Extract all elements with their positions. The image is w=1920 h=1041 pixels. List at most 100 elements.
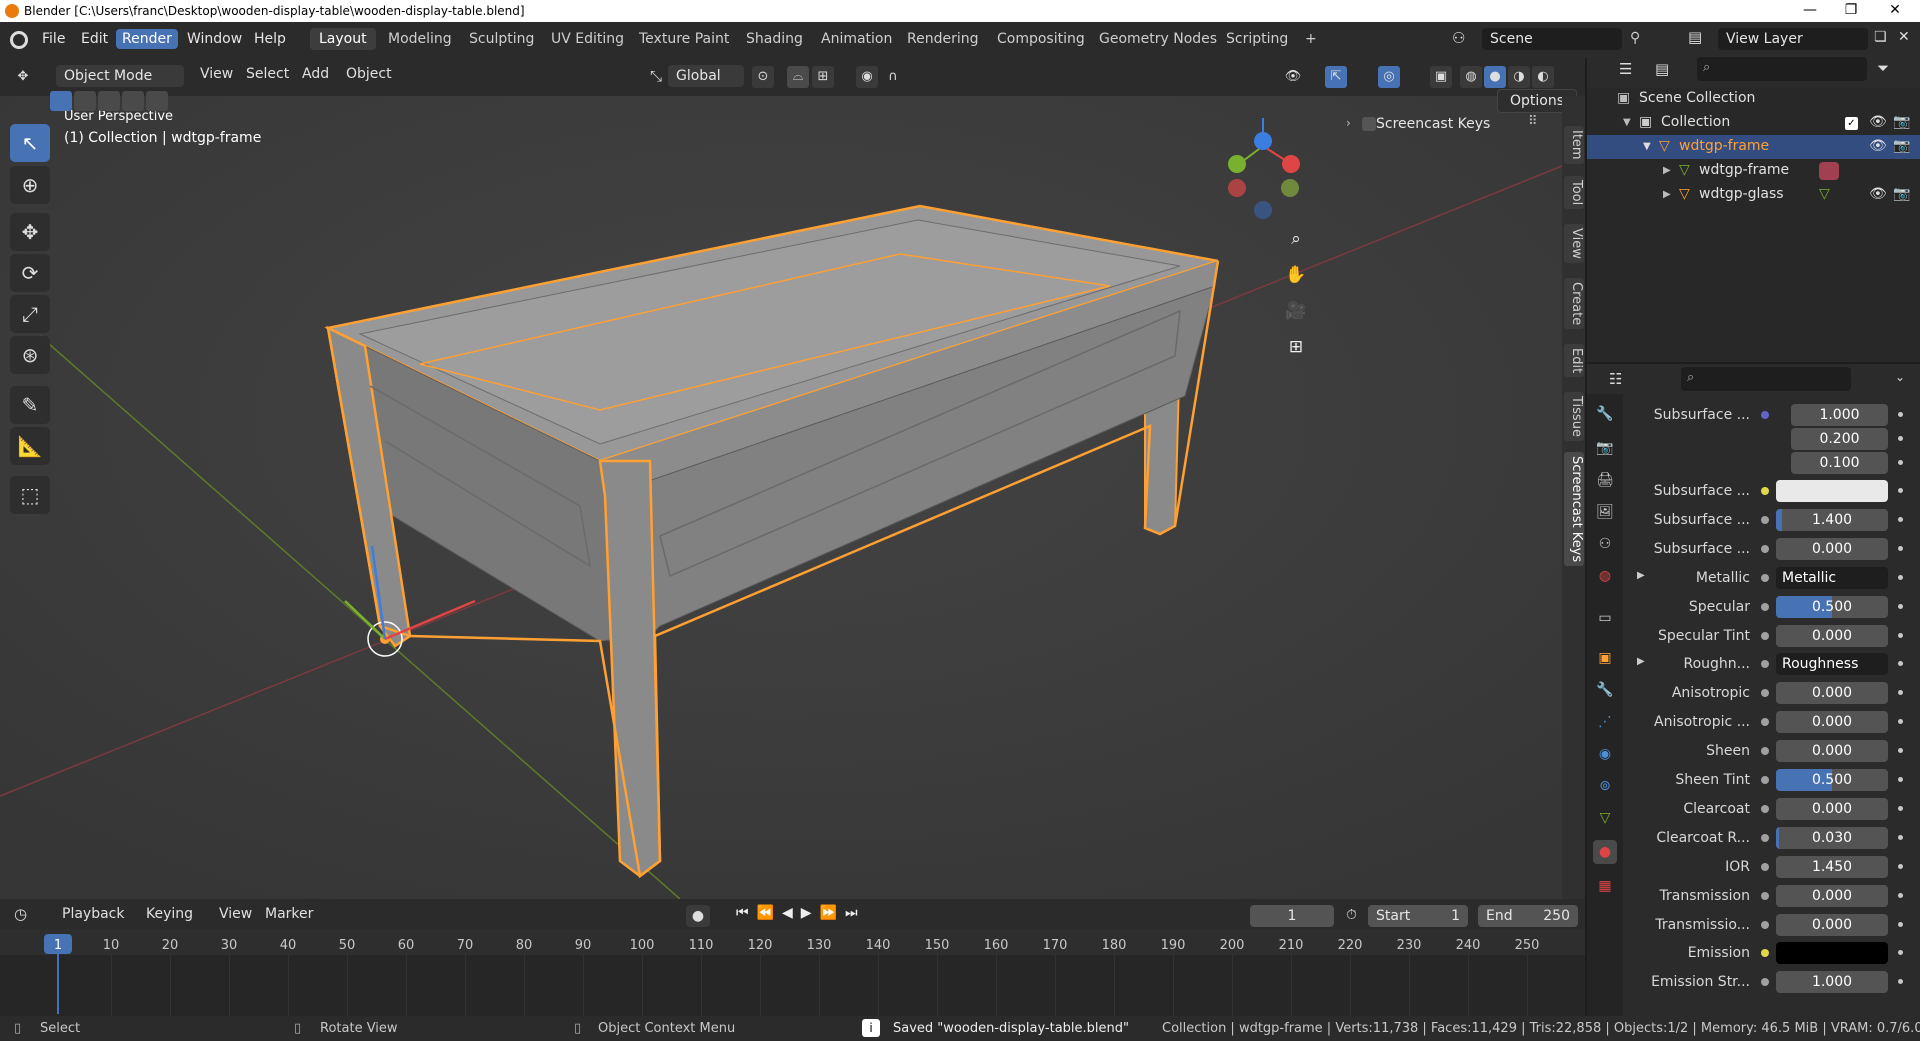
socket-dot[interactable] [1761, 689, 1769, 697]
view-layer-tab-icon[interactable]: 🖼 [1593, 500, 1617, 524]
eye-icon[interactable]: 👁 [1869, 138, 1887, 154]
sidebar-tab-edit[interactable]: Edit [1564, 344, 1584, 378]
outliner-row-wdtgp-frame-mesh[interactable]: ▶ ▽ wdtgp-frame [1587, 159, 1920, 183]
socket-dot[interactable] [1761, 921, 1769, 929]
record-icon[interactable]: ● [686, 905, 710, 927]
add-cube-tool-icon[interactable]: ⬚ [10, 476, 50, 514]
socket-dot[interactable] [1761, 545, 1769, 553]
minimize-button[interactable]: — [1795, 2, 1825, 18]
overlay-icon[interactable]: ◎ [1378, 66, 1400, 88]
move-tool-icon[interactable]: ✥ [10, 213, 50, 251]
property-value[interactable]: Roughness [1776, 653, 1888, 675]
keyframe-dot[interactable] [1898, 922, 1903, 927]
maximize-button[interactable]: ❐ [1836, 2, 1866, 18]
sidebar-tab-item[interactable]: Item [1564, 126, 1584, 164]
socket-dot[interactable] [1761, 776, 1769, 784]
close-button[interactable]: ✕ [1880, 2, 1910, 18]
socket-dot[interactable] [1761, 574, 1769, 582]
modifier-tab-icon[interactable]: 🔧 [1593, 678, 1617, 702]
keyframe-dot[interactable] [1898, 633, 1903, 638]
property-value[interactable] [1776, 942, 1888, 964]
property-value[interactable]: 1.400 [1776, 509, 1888, 531]
socket-dot[interactable] [1761, 660, 1769, 668]
pivot-point-icon[interactable]: ⊙ [752, 66, 774, 88]
keyframe-dot[interactable] [1898, 893, 1903, 898]
keyframe-dot[interactable] [1898, 661, 1903, 666]
view-layer-icon[interactable]: ▤ [1688, 28, 1710, 50]
particles-tab-icon[interactable]: ⋰ [1593, 710, 1617, 734]
object-tab-icon[interactable]: ▣ [1593, 646, 1617, 670]
property-value[interactable]: 0.030 [1776, 827, 1888, 849]
properties-editor-icon[interactable]: ☷ [1609, 370, 1622, 388]
timeline-track[interactable] [0, 955, 1585, 1017]
property-value[interactable]: 0.000 [1776, 914, 1888, 936]
keyframe-dot[interactable] [1898, 604, 1903, 609]
tab-texture-paint[interactable]: Texture Paint [630, 28, 738, 50]
chevron-down-icon[interactable]: ▼ [1623, 117, 1631, 128]
keyframe-dot[interactable] [1898, 979, 1903, 984]
editor-type-icon[interactable]: ✥ [12, 66, 34, 88]
nav-gizmo-x[interactable] [1282, 155, 1300, 173]
nav-gizmo-neg-y[interactable] [1281, 179, 1299, 197]
keyframe-dot[interactable] [1898, 835, 1903, 840]
property-value[interactable]: 0.500 [1776, 769, 1888, 791]
property-value[interactable]: 1.000 [1776, 971, 1888, 993]
select-invert-icon[interactable] [122, 91, 144, 111]
menu-select[interactable]: Select [246, 66, 289, 82]
outliner-scene-collection[interactable]: ▣ Scene Collection [1587, 87, 1920, 111]
property-value[interactable]: 1.450 [1776, 856, 1888, 878]
chevron-down-icon[interactable]: ▼ [1643, 141, 1651, 152]
property-value[interactable]: 0.000 [1776, 682, 1888, 704]
material-shading-icon[interactable]: ◑ [1508, 66, 1530, 88]
keyframe-dot[interactable] [1898, 719, 1903, 724]
nav-gizmo-neg-z[interactable] [1254, 201, 1272, 219]
socket-dot[interactable] [1761, 747, 1769, 755]
xray-icon[interactable]: ▣ [1430, 66, 1452, 88]
keyframe-dot[interactable] [1898, 575, 1903, 580]
collection-checkbox[interactable]: ✓ [1845, 117, 1858, 130]
solid-shading-icon[interactable]: ● [1484, 66, 1506, 88]
outliner-row-wdtgp-frame[interactable]: ▼ ▽ wdtgp-frame 👁 📷 [1587, 135, 1920, 159]
socket-dot[interactable] [1761, 516, 1769, 524]
select-box-tool-icon[interactable]: ↖ [10, 124, 50, 162]
property-value[interactable]: Metallic [1776, 567, 1888, 589]
visibility-icon[interactable]: 👁 [1282, 66, 1304, 88]
property-value[interactable]: 0.000 [1776, 740, 1888, 762]
chevron-down-icon[interactable]: ⌄ [1895, 370, 1905, 384]
scene-selector[interactable]: Scene [1482, 28, 1622, 50]
chevron-right-icon[interactable]: ▶ [1637, 656, 1645, 667]
keyframe-dot[interactable] [1898, 546, 1903, 551]
tool-tab-icon[interactable]: 🔧 [1593, 402, 1617, 426]
data-tab-icon[interactable]: ▽ [1593, 806, 1617, 830]
filter-icon[interactable]: ⏷ [1877, 59, 1889, 77]
cursor-tool-icon[interactable]: ⊕ [10, 166, 50, 204]
menu-view[interactable]: View [219, 906, 252, 922]
tab-sculpting[interactable]: Sculpting [460, 28, 543, 50]
new-view-layer-icon[interactable]: ❏ [1874, 29, 1887, 45]
menu-render[interactable]: Render [116, 29, 178, 49]
property-value[interactable]: 0.000 [1776, 538, 1888, 560]
tab-geometry-nodes[interactable]: Geometry Nodes [1090, 28, 1226, 50]
select-intersect-icon[interactable] [146, 91, 168, 111]
keyframe-dot[interactable] [1898, 488, 1903, 493]
rotate-tool-icon[interactable]: ⟳ [10, 254, 50, 292]
camera-icon[interactable]: 📷 [1893, 114, 1910, 130]
falloff-icon[interactable]: ∩ [882, 66, 904, 88]
scale-tool-icon[interactable]: ⤢ [10, 295, 50, 333]
camera-icon[interactable]: 📷 [1893, 186, 1910, 202]
world-tab-icon[interactable]: ◍ [1593, 564, 1617, 588]
render-tab-icon[interactable]: 📷 [1593, 436, 1617, 460]
transform-orientation-dropdown[interactable]: Global [668, 65, 744, 87]
sidebar-tab-tissue[interactable]: Tissue [1564, 392, 1584, 441]
snap-target-icon[interactable]: ⊞ [812, 66, 834, 88]
tab-uv-editing[interactable]: UV Editing [542, 28, 633, 50]
keyframe-dot[interactable] [1898, 950, 1903, 955]
menu-add[interactable]: Add [302, 66, 329, 82]
socket-dot[interactable] [1761, 834, 1769, 842]
menu-keying[interactable]: Keying [146, 906, 193, 922]
tab-compositing[interactable]: Compositing [988, 28, 1094, 50]
screencast-keys-checkbox[interactable] [1362, 117, 1376, 131]
socket-dot[interactable] [1761, 863, 1769, 871]
keyframe-dot[interactable] [1898, 690, 1903, 695]
property-value[interactable]: 0.000 [1776, 625, 1888, 647]
